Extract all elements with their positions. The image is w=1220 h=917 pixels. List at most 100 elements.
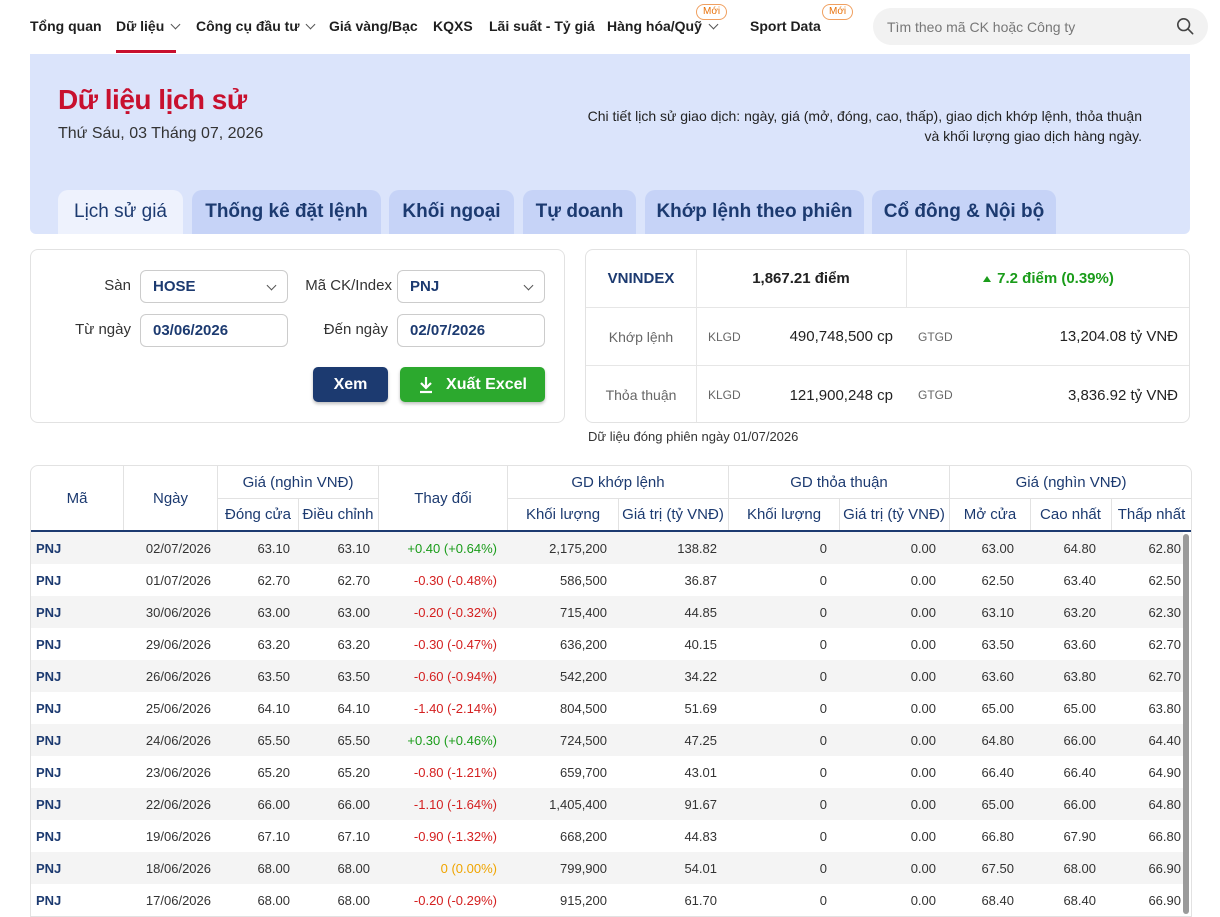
cell-ma[interactable]: PNJ <box>36 852 96 884</box>
cell-thay-doi: -0.30 (-0.47%) <box>413 636 497 652</box>
header-tt-kl[interactable]: Khối lượng <box>729 498 839 530</box>
xem-button[interactable]: Xem <box>313 367 388 402</box>
cell-dieu-chinh: 68.00 <box>337 892 370 908</box>
header-ngay[interactable]: Ngày <box>124 466 217 530</box>
cell-dieu-chinh: 63.00 <box>337 604 370 620</box>
header-mo-cua[interactable]: Mở cửa <box>950 498 1030 530</box>
tab-tu-doanh[interactable]: Tự doanh <box>523 190 636 234</box>
nav-cong-cu-dau-tu[interactable]: Công cụ đầu tư <box>196 18 316 34</box>
header-thay-doi[interactable]: Thay đổi <box>379 466 507 530</box>
cell-dong-cua: 66.00 <box>257 796 290 812</box>
top-nav: Tổng quan Dữ liệu Công cụ đầu tư Giá vàn… <box>0 0 1220 54</box>
nav-label: Hàng hóa/Quỹ <box>607 18 702 34</box>
tab-co-dong-noi-bo[interactable]: Cổ đông & Nội bộ <box>872 190 1056 234</box>
table-row[interactable]: PNJ 17/06/2026 68.00 68.00 -0.20 (-0.29%) 915… <box>31 884 1183 916</box>
cell-tt-gt: 0.00 <box>910 732 936 748</box>
cell-tt-gt: 0.00 <box>910 604 936 620</box>
table-row[interactable]: PNJ 23/06/2026 65.20 65.20 -0.80 (-1.21%) 659… <box>31 756 1183 788</box>
nav-hang-hoa-quy[interactable]: Hàng hóa/Quỹ <box>607 18 719 34</box>
tab-khoi-ngoai[interactable]: Khối ngoại <box>389 190 514 234</box>
new-badge: Mới <box>822 4 854 20</box>
nav-tong-quan[interactable]: Tổng quan <box>30 18 102 34</box>
gtgd-label: GTGD <box>918 388 953 402</box>
cell-ma[interactable]: PNJ <box>36 884 96 916</box>
cell-dieu-chinh: 63.10 <box>337 540 370 556</box>
nav-gia-vang-bac[interactable]: Giá vàng/Bạc <box>329 18 418 34</box>
nav-active-indicator <box>116 50 176 53</box>
san-select[interactable]: HOSE <box>140 270 288 303</box>
nav-sport-data[interactable]: Sport Data <box>750 18 821 34</box>
cell-thay-doi: -1.40 (-2.14%) <box>413 700 497 716</box>
nav-lai-suat-ty-gia[interactable]: Lãi suất - Tỷ giá <box>489 18 595 34</box>
table-row[interactable]: PNJ 25/06/2026 64.10 64.10 -1.40 (-2.14%) 804… <box>31 692 1183 724</box>
table-row[interactable]: PNJ 30/06/2026 63.00 63.00 -0.20 (-0.32%) 715… <box>31 596 1183 628</box>
cell-tt-kl: 0 <box>819 860 827 876</box>
cell-cao-nhat: 63.80 <box>1063 668 1096 684</box>
tab-thong-ke-dat-lenh[interactable]: Thống kê đặt lệnh <box>192 190 381 234</box>
cell-khop-gt: 36.87 <box>684 572 717 588</box>
page-description: Chi tiết lịch sử giao dịch: ngày, giá (m… <box>582 106 1142 146</box>
cell-thap-nhat: 64.80 <box>1148 796 1181 812</box>
denngay-field[interactable]: 02/07/2026 <box>397 314 545 347</box>
nav-kqxs[interactable]: KQXS <box>433 18 473 34</box>
table-row[interactable]: PNJ 19/06/2026 67.10 67.10 -0.90 (-1.32%) 668… <box>31 820 1183 852</box>
header-khop-kl[interactable]: Khối lượng <box>508 498 618 530</box>
mack-select[interactable]: PNJ <box>397 270 545 303</box>
tungay-field[interactable]: 03/06/2026 <box>140 314 288 347</box>
table-row[interactable]: PNJ 24/06/2026 65.50 65.50 +0.30 (+0.46%) 724… <box>31 724 1183 756</box>
search-input[interactable] <box>887 8 1167 45</box>
table-row[interactable]: PNJ 26/06/2026 63.50 63.50 -0.60 (-0.94%) 542… <box>31 660 1183 692</box>
klgd-label: KLGD <box>708 329 741 344</box>
divider <box>298 498 299 530</box>
cell-thap-nhat: 62.70 <box>1148 636 1181 652</box>
cell-dieu-chinh: 66.00 <box>337 796 370 812</box>
cell-tt-kl: 0 <box>819 732 827 748</box>
cell-ma[interactable]: PNJ <box>36 660 96 692</box>
cell-ma[interactable]: PNJ <box>36 596 96 628</box>
cell-khop-kl: 799,900 <box>560 860 607 876</box>
cell-cao-nhat: 63.60 <box>1063 636 1096 652</box>
cell-ma[interactable]: PNJ <box>36 820 96 852</box>
index-change-value: 7.2 điểm (0.39%) <box>997 270 1114 287</box>
table-row[interactable]: PNJ 02/07/2026 63.10 63.10 +0.40 (+0.64%) 2,1… <box>31 532 1183 564</box>
tab-lich-su-gia[interactable]: Lịch sử giá <box>58 190 183 234</box>
cell-ngay: 26/06/2026 <box>145 668 211 684</box>
tab-khop-lenh-theo-phien[interactable]: Khớp lệnh theo phiên <box>645 190 864 234</box>
header-dong-cua[interactable]: Đóng cửa <box>218 498 298 530</box>
cell-ma[interactable]: PNJ <box>36 692 96 724</box>
cell-khop-gt: 47.25 <box>684 732 717 748</box>
cell-ma[interactable]: PNJ <box>36 788 96 820</box>
table-row[interactable]: PNJ 18/06/2026 68.00 68.00 0 (0.00%) 799,900 5… <box>31 852 1183 884</box>
cell-thay-doi: -0.20 (-0.32%) <box>413 604 497 620</box>
cell-tt-kl: 0 <box>819 700 827 716</box>
khoplenh-label: Khớp lệnh <box>608 328 674 345</box>
table-row[interactable]: PNJ 01/07/2026 62.70 62.70 -0.30 (-0.48%) 586… <box>31 564 1183 596</box>
header-khop-gt[interactable]: Giá trị (tỷ VNĐ) <box>618 498 728 530</box>
header-tt-gt[interactable]: Giá trị (tỷ VNĐ) <box>839 498 949 530</box>
cell-ma[interactable]: PNJ <box>36 628 96 660</box>
header-thap-nhat[interactable]: Thấp nhất <box>1111 498 1191 530</box>
cell-khop-kl: 542,200 <box>560 668 607 684</box>
cell-dong-cua: 62.70 <box>257 572 290 588</box>
header-ma[interactable]: Mã <box>31 466 123 530</box>
khoplenh-gtgd: 13,204.08 tỷ VNĐ <box>1059 328 1178 345</box>
header-dieu-chinh[interactable]: Điều chỉnh <box>298 498 378 530</box>
cell-thay-doi: -1.10 (-1.64%) <box>413 796 497 812</box>
cell-dieu-chinh: 64.10 <box>337 700 370 716</box>
header-cao-nhat[interactable]: Cao nhất <box>1030 498 1111 530</box>
cell-ma[interactable]: PNJ <box>36 724 96 756</box>
table-row[interactable]: PNJ 22/06/2026 66.00 66.00 -1.10 (-1.64%) 1,4… <box>31 788 1183 820</box>
cell-ma[interactable]: PNJ <box>36 532 96 564</box>
cell-ma[interactable]: PNJ <box>36 564 96 596</box>
cell-dong-cua: 65.50 <box>257 732 290 748</box>
export-excel-button[interactable]: Xuất Excel <box>400 367 545 402</box>
cell-khop-gt: 51.69 <box>684 700 717 716</box>
cell-thay-doi: -0.90 (-1.32%) <box>413 828 497 844</box>
cell-cao-nhat: 63.40 <box>1063 572 1096 588</box>
index-summary: VNINDEX 1,867.21 điểm 7.2 điểm (0.39%) K… <box>585 249 1190 423</box>
table-scrollbar[interactable] <box>1183 534 1189 914</box>
nav-du-lieu[interactable]: Dữ liệu <box>116 18 181 34</box>
table-row[interactable]: PNJ 29/06/2026 63.20 63.20 -0.30 (-0.47%) 636… <box>31 628 1183 660</box>
search-icon[interactable] <box>1176 17 1194 35</box>
cell-ma[interactable]: PNJ <box>36 756 96 788</box>
